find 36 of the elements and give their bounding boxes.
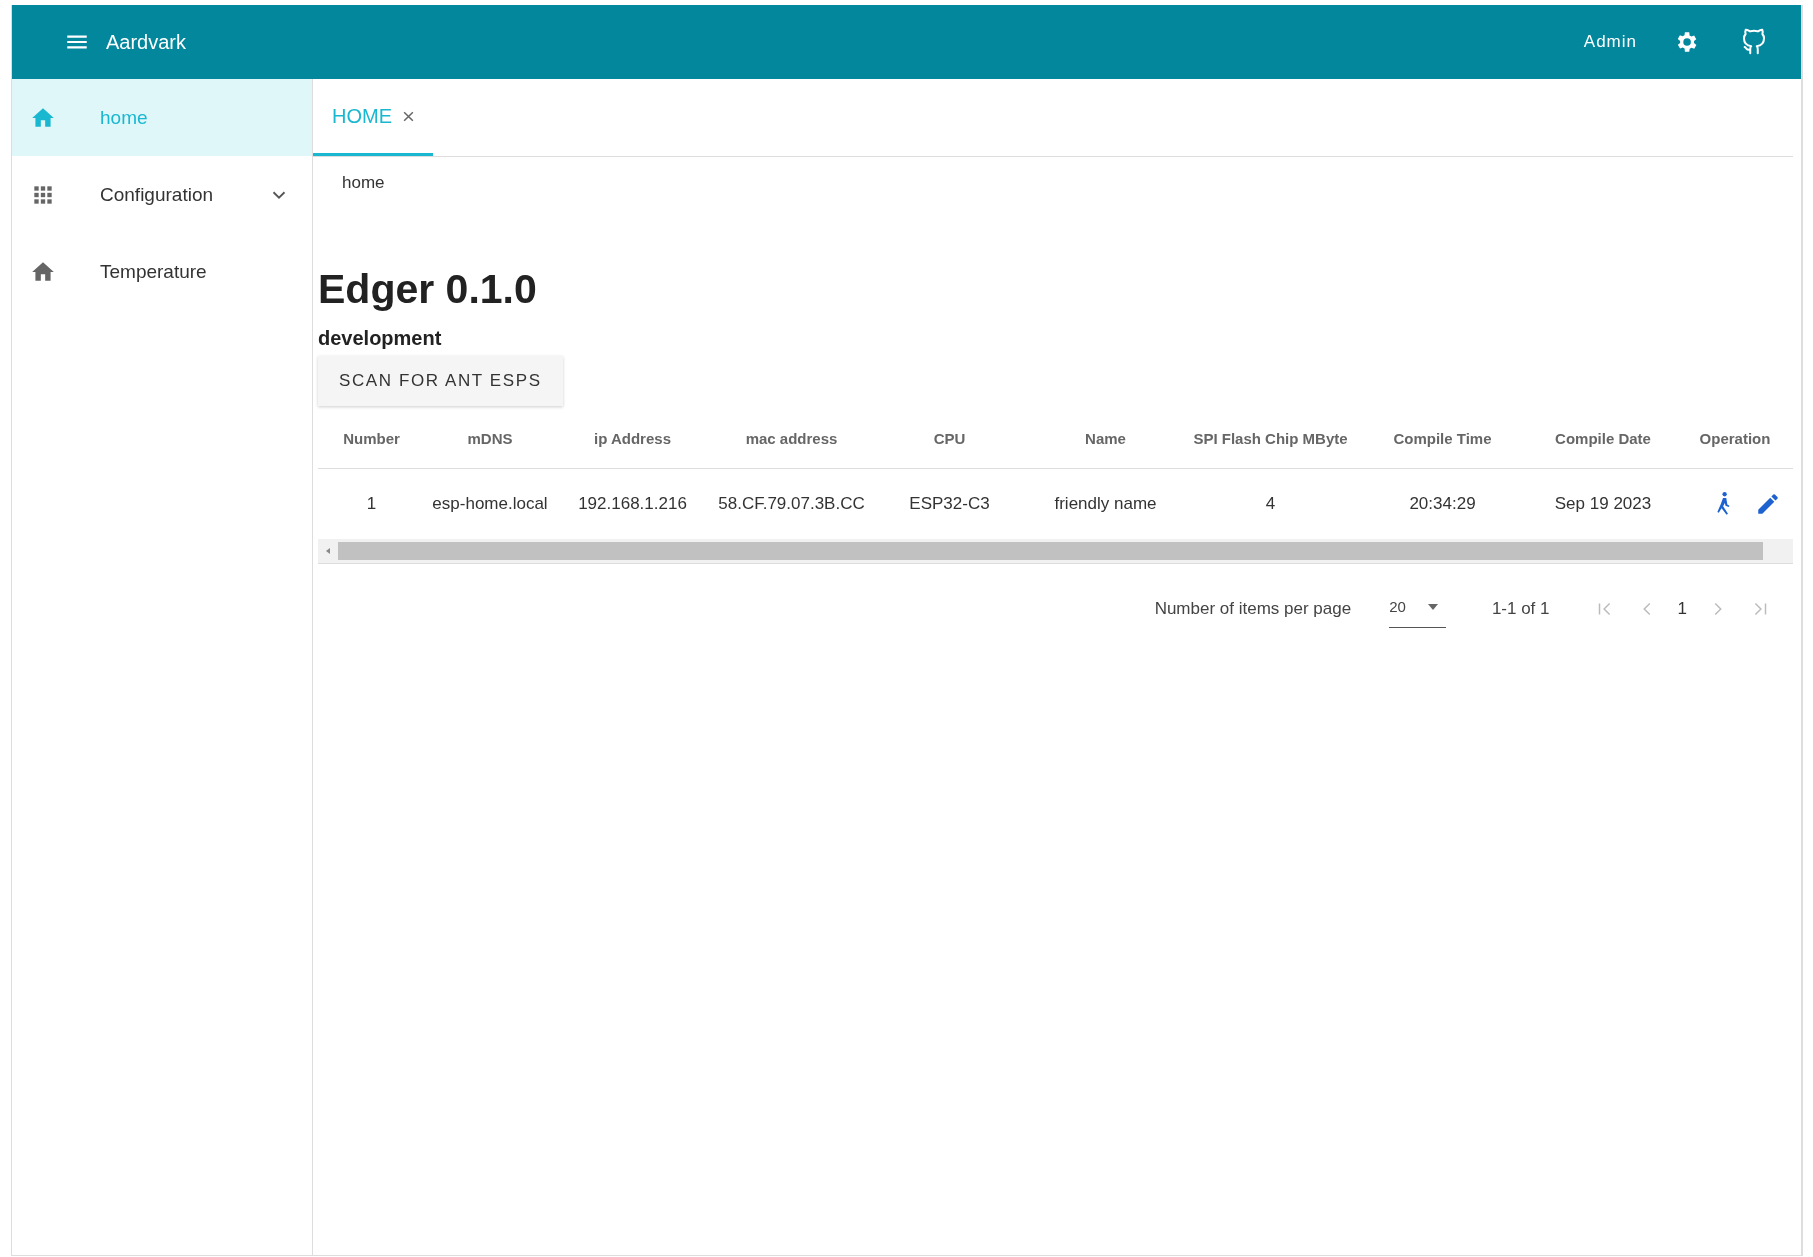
page-title: Edger 0.1.0 [318, 266, 538, 313]
column-header: Compile Date [1529, 408, 1677, 469]
column-header: mac address [710, 408, 873, 469]
sidebar-item[interactable]: Temperature [12, 233, 312, 310]
app-title: Aardvark [106, 30, 187, 54]
column-header: Number [318, 408, 425, 469]
table-cell: 1 [318, 468, 425, 539]
column-header: Compile Time [1356, 408, 1529, 469]
table-cell: 58.CF.79.07.3B.CC [710, 468, 873, 539]
column-header: SPI Flash Chip MByte [1185, 408, 1356, 469]
table-cell: esp-home.local [425, 468, 555, 539]
caret-icon [1427, 603, 1438, 610]
scan-button[interactable]: SCAN FOR ANT ESPS [318, 356, 563, 406]
table-cell: 4 [1185, 468, 1356, 539]
column-header: Name [1026, 408, 1185, 469]
page-number[interactable]: 1 [1677, 599, 1687, 619]
items-per-page-label: Number of items per page [1154, 599, 1352, 619]
close-icon[interactable] [402, 109, 415, 123]
page-size-select[interactable]: 20 [1389, 590, 1446, 628]
subtitle: development [318, 327, 443, 350]
horizontal-scrollbar[interactable] [318, 539, 1793, 564]
sidebar-item[interactable]: Configuration [12, 156, 312, 233]
column-header: Operation [1677, 408, 1793, 469]
breadcrumb: home [342, 173, 385, 192]
table-cell: ESP32-C3 [873, 468, 1026, 539]
scroll-left-icon[interactable] [324, 547, 332, 555]
range-label: 1-1 of 1 [1491, 599, 1550, 619]
edit-icon[interactable] [1755, 491, 1781, 517]
table-cell: 20:34:29 [1356, 468, 1529, 539]
table-cell: friendly name [1026, 468, 1185, 539]
column-header: ip Address [555, 408, 710, 469]
user-name[interactable]: Admin [1583, 32, 1637, 52]
table-cell: Sep 19 2023 [1529, 468, 1677, 539]
column-header: mDNS [425, 408, 555, 469]
table-cell: 192.168.1.216 [555, 468, 710, 539]
column-header: CPU [873, 408, 1026, 469]
